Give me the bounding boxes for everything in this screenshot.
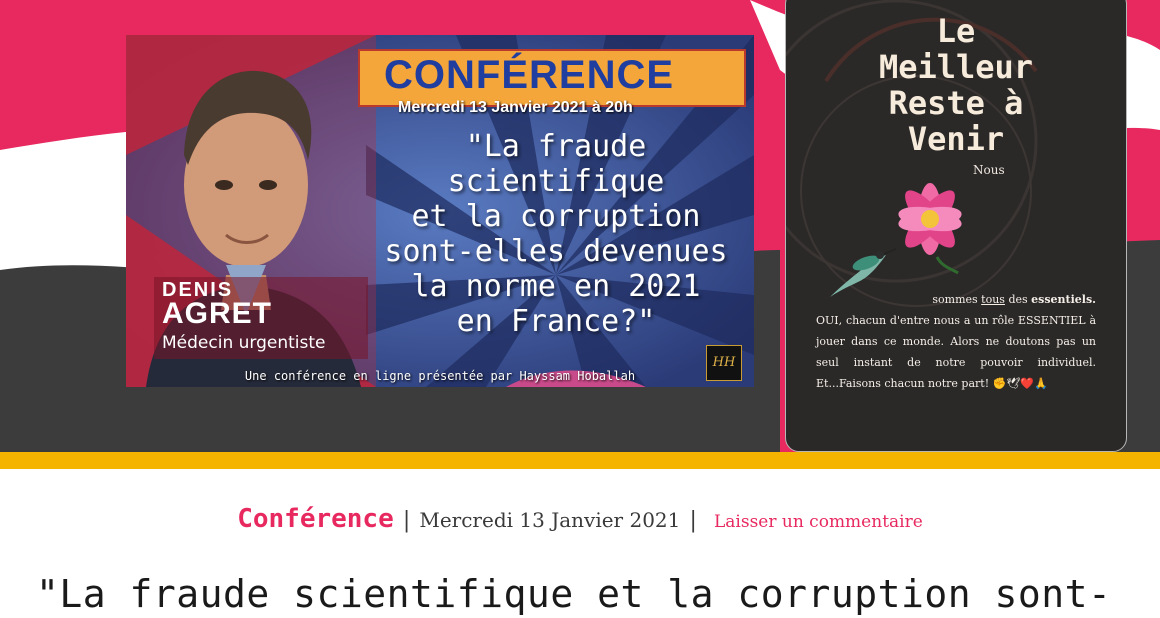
- post-meta: Conférence | Mercredi 13 Janvier 2021 | …: [0, 504, 1160, 534]
- sidebar-first-line: sommes tous des essentiels.: [816, 289, 1096, 310]
- quote-line: scientifique: [447, 164, 665, 199]
- speaker-role: Médecin urgentiste: [162, 333, 326, 353]
- quote-line: et la corruption: [411, 199, 701, 234]
- hh-logo: HH: [706, 345, 742, 381]
- sidebar-title-line: Meilleur: [878, 48, 1034, 86]
- category-link[interactable]: Conférence: [237, 504, 394, 534]
- presented-by: Une conférence en ligne présentée par Ha…: [244, 369, 636, 383]
- featured-image[interactable]: CONFÉRENCE Mercredi 13 Janvier 2021 à 20…: [126, 35, 754, 387]
- post-title: "La fraude scientifique et la corruption…: [36, 572, 1112, 616]
- sidebar-text-tous: tous: [981, 293, 1005, 306]
- leave-comment-link[interactable]: Laisser un commentaire: [714, 512, 923, 532]
- lotus-flower-icon: [898, 183, 962, 275]
- sidebar-title-line: Reste à: [888, 84, 1024, 122]
- sidebar-text-sommes: sommes: [932, 293, 982, 306]
- sidebar-body: OUI, chacun d'entre nous a un rôle ESSEN…: [816, 314, 1096, 390]
- sidebar-title-line: Venir: [907, 120, 1005, 158]
- sidebar-text-essentiels: essentiels.: [1031, 293, 1096, 306]
- meta-separator: |: [689, 508, 697, 533]
- accent-divider: [0, 452, 1160, 469]
- sidebar-text: sommes tous des essentiels. OUI, chacun …: [816, 289, 1096, 394]
- sidebar-text-des: des: [1004, 293, 1032, 306]
- post-date: Mercredi 13 Janvier 2021: [419, 508, 681, 532]
- sidebar-title: Le Meilleur Reste à Venir: [786, 13, 1126, 157]
- quote-line: "La fraude: [465, 129, 647, 164]
- conference-quote: "La fraude scientifique et la corruption…: [366, 129, 746, 339]
- speaker-last-name: AGRET: [162, 297, 272, 330]
- conference-heading: CONFÉRENCE: [384, 53, 675, 97]
- quote-line: la norme en 2021: [411, 269, 701, 304]
- quote-line: en France?": [456, 304, 656, 339]
- sidebar-title-line: Le: [936, 12, 976, 50]
- meta-separator: |: [402, 508, 411, 533]
- quote-line: sont-elles devenues: [384, 234, 728, 269]
- sidebar-card: Le Meilleur Reste à Venir Nous sommes to…: [785, 0, 1127, 452]
- conference-date: Mercredi 13 Janvier 2021 à 20h: [398, 99, 633, 116]
